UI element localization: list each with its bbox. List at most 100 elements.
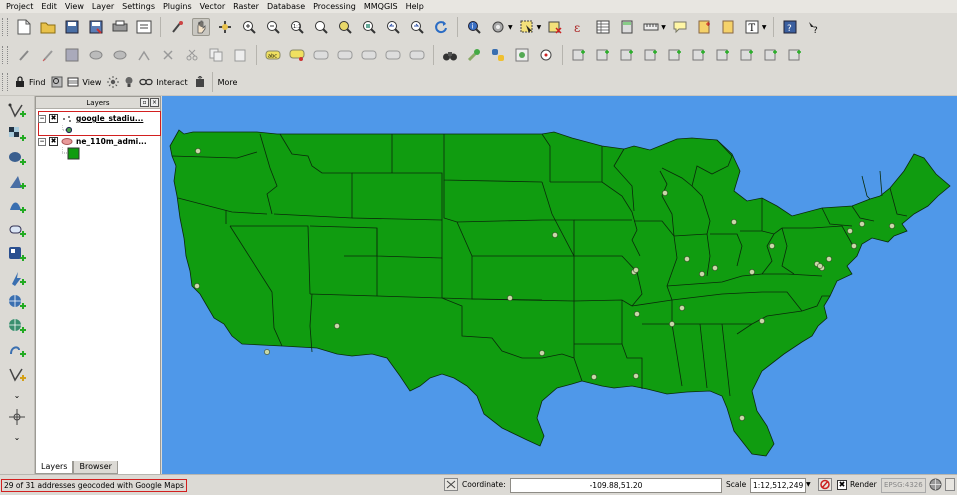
composer-manager-icon[interactable]	[135, 18, 153, 36]
cut-features-icon[interactable]	[183, 46, 201, 64]
stadium-point[interactable]	[662, 190, 668, 196]
menu-vector[interactable]: Vector	[196, 2, 230, 11]
georeferencer-icon[interactable]	[513, 46, 531, 64]
gps-tools-icon[interactable]	[537, 46, 555, 64]
stadium-point[interactable]	[859, 221, 865, 227]
add-wcs-icon[interactable]	[714, 46, 732, 64]
add-oracle-layer-icon[interactable]	[8, 222, 26, 240]
layer-visibility-checkbox[interactable]: ✖	[49, 114, 58, 123]
stadium-point[interactable]	[826, 256, 832, 262]
toolbar-grip[interactable]	[2, 18, 8, 36]
zoom-in-icon[interactable]	[240, 18, 258, 36]
map-tips-icon[interactable]	[671, 18, 689, 36]
projection-icon[interactable]	[929, 478, 942, 493]
tab-layers[interactable]: Layers	[35, 461, 74, 474]
new-project-icon[interactable]	[15, 18, 33, 36]
more-label[interactable]: More	[218, 78, 238, 87]
add-wms-layer-icon[interactable]	[8, 294, 26, 312]
add-postgis-layer-icon[interactable]	[8, 150, 26, 168]
add-mssql-layer-icon[interactable]	[8, 198, 26, 216]
stadium-point[interactable]	[334, 323, 340, 329]
chevron-down-icon[interactable]: ▼	[806, 481, 811, 488]
show-bookmarks-icon[interactable]	[719, 18, 737, 36]
menu-settings[interactable]: Settings	[118, 2, 159, 11]
export-icon[interactable]	[194, 73, 206, 91]
find-icon[interactable]	[51, 73, 63, 91]
attribute-table-icon[interactable]	[594, 18, 612, 36]
stadium-point[interactable]	[552, 232, 558, 238]
stadium-point[interactable]	[889, 223, 895, 229]
stadium-point[interactable]	[851, 243, 857, 249]
zoom-next-icon[interactable]	[408, 18, 426, 36]
chevron-down-icon[interactable]: ⌄	[8, 432, 26, 442]
deselect-all-icon[interactable]	[546, 18, 564, 36]
pan-to-selection-icon[interactable]	[216, 18, 234, 36]
zoom-to-selection-icon[interactable]	[336, 18, 354, 36]
add-vector-icon[interactable]	[594, 46, 612, 64]
zoom-out-icon[interactable]	[264, 18, 282, 36]
stadium-point[interactable]	[699, 271, 705, 277]
lock-icon[interactable]	[14, 73, 26, 91]
current-edits-icon[interactable]	[15, 46, 33, 64]
close-icon[interactable]: ×	[150, 98, 159, 107]
pin-labels-icon[interactable]	[288, 46, 306, 64]
zoom-to-layer-icon[interactable]	[360, 18, 378, 36]
tab-browser[interactable]: Browser	[73, 461, 118, 474]
stadium-point[interactable]	[507, 295, 513, 301]
view-grid-icon[interactable]	[67, 73, 79, 91]
menu-project[interactable]: Project	[0, 2, 37, 11]
add-sqlanywhere-layer-icon[interactable]	[8, 246, 26, 264]
print-composer-icon[interactable]	[111, 18, 129, 36]
add-wfs-layer-icon[interactable]	[8, 342, 26, 360]
stadium-point[interactable]	[759, 318, 765, 324]
copy-features-icon[interactable]	[207, 46, 225, 64]
add-feature-icon[interactable]	[87, 46, 105, 64]
node-tool-icon[interactable]	[135, 46, 153, 64]
open-project-icon[interactable]	[39, 18, 57, 36]
touch-zoom-icon[interactable]	[168, 18, 186, 36]
us-states-map[interactable]	[162, 96, 957, 474]
move-feature-icon[interactable]	[111, 46, 129, 64]
select-features-icon[interactable]	[518, 18, 536, 36]
show-hide-labels-icon[interactable]	[312, 46, 330, 64]
menu-plugins[interactable]: Plugins	[159, 2, 196, 11]
stadium-point[interactable]	[817, 263, 823, 269]
chevron-down-icon[interactable]: ▼	[508, 24, 513, 31]
layer-visibility-checkbox[interactable]: ✖	[49, 137, 58, 146]
toggle-editing-icon[interactable]	[39, 46, 57, 64]
add-delimited-text-icon[interactable]	[762, 46, 780, 64]
help-contents-icon[interactable]: ?	[781, 18, 799, 36]
new-shapefile-icon[interactable]	[570, 46, 588, 64]
stadium-point[interactable]	[684, 256, 690, 262]
toggle-extents-icon[interactable]	[444, 478, 458, 493]
stadium-point[interactable]	[712, 265, 718, 271]
rotate-label-icon[interactable]	[360, 46, 378, 64]
stadium-point[interactable]	[679, 305, 685, 311]
lightbulb-icon[interactable]	[123, 73, 135, 91]
field-calculator-icon[interactable]	[618, 18, 636, 36]
menu-layer[interactable]: Layer	[88, 2, 118, 11]
stadium-point[interactable]	[195, 148, 201, 154]
toolbar-grip[interactable]	[2, 46, 8, 64]
messages-icon[interactable]	[945, 478, 955, 493]
add-spatialite-icon[interactable]	[666, 46, 684, 64]
stadium-point[interactable]	[749, 269, 755, 275]
delete-selected-icon[interactable]	[159, 46, 177, 64]
layer-name[interactable]: google_stadiu...	[76, 114, 143, 123]
stop-render-icon[interactable]	[818, 478, 832, 493]
stadium-point[interactable]	[769, 243, 775, 249]
add-vector-layer-icon[interactable]	[8, 102, 26, 120]
add-wms-icon[interactable]	[690, 46, 708, 64]
zoom-native-icon[interactable]: 1:1	[288, 18, 306, 36]
menu-help[interactable]: Help	[402, 2, 428, 11]
move-label-icon[interactable]	[336, 46, 354, 64]
refresh-icon[interactable]	[432, 18, 450, 36]
chevron-down-icon[interactable]: ⌄	[8, 390, 26, 400]
add-raster-icon[interactable]	[618, 46, 636, 64]
label-properties-icon[interactable]	[408, 46, 426, 64]
add-mssql-icon[interactable]	[786, 46, 804, 64]
menu-edit[interactable]: Edit	[37, 2, 61, 11]
view-label[interactable]: View	[82, 78, 101, 87]
link-icon[interactable]	[139, 73, 154, 91]
binoculars-icon[interactable]	[441, 46, 459, 64]
